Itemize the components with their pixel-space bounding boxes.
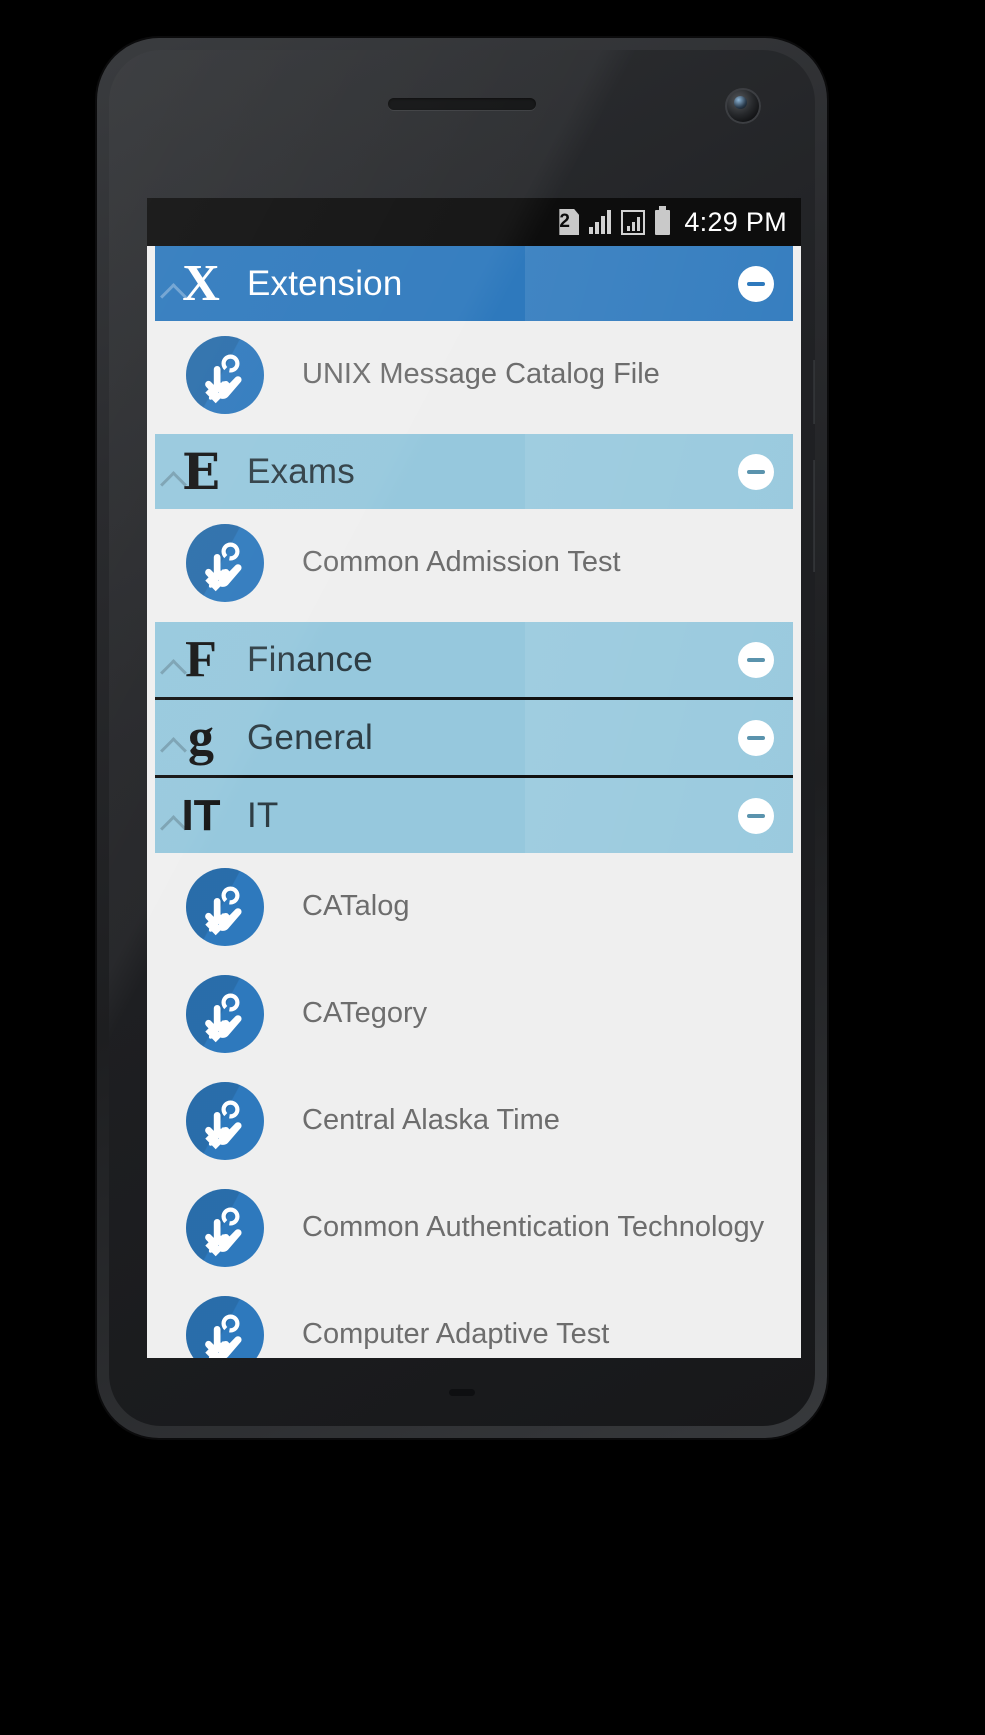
group-title: Finance — [247, 639, 373, 679]
group-title: IT — [247, 795, 279, 835]
android-status-bar: 2 4:29 PM — [147, 198, 801, 246]
group-header-exams[interactable]: E Exams — [155, 434, 793, 509]
status-bar-clock: 4:29 PM — [684, 206, 787, 237]
group-letter-glyph: g — [188, 708, 214, 766]
list-item-label: Common Admission Test — [302, 546, 621, 579]
group-letter-glyph: IT — [181, 790, 221, 840]
pointer-hand-question-icon — [185, 974, 264, 1053]
list-item[interactable]: CATalog — [147, 853, 801, 960]
minus-circle-icon — [738, 265, 774, 302]
list-item-icon-wrap — [147, 523, 302, 602]
list-item-icon-wrap — [147, 867, 302, 946]
group-title: General — [247, 717, 373, 757]
minus-circle-icon — [738, 797, 774, 834]
phone-bezel: 2 4:29 PM X Extension UNIX Message Catalo… — [109, 50, 815, 1426]
minus-bar — [747, 813, 765, 818]
signal-bars-boxed-icon — [621, 209, 646, 235]
pointer-hand-question-icon — [185, 523, 264, 602]
minus-bar — [747, 657, 765, 662]
pointer-hand-question-icon — [185, 1295, 264, 1358]
list-item-label: Common Authentication Technology — [302, 1211, 765, 1244]
power-button[interactable] — [813, 360, 815, 424]
group-letter-icon: X — [155, 246, 247, 321]
group-letter-glyph: E — [181, 441, 221, 501]
list-item-label: CATegory — [302, 997, 428, 1030]
minus-circle-icon — [738, 719, 774, 756]
minus-bar — [747, 469, 765, 474]
minus-bar — [747, 281, 765, 286]
group-header-finance[interactable]: F Finance — [155, 622, 793, 697]
group-header-extension[interactable]: X Extension — [155, 246, 793, 321]
phone-screen: 2 4:29 PM X Extension UNIX Message Catalo… — [147, 198, 801, 1358]
battery-icon — [655, 205, 671, 235]
list-item-icon-wrap — [147, 974, 302, 1053]
signal-bars-icon — [589, 210, 612, 234]
sim-2-icon: 2 — [559, 209, 580, 235]
pointer-hand-question-icon — [185, 867, 264, 946]
chevron-up-icon — [161, 731, 187, 757]
earpiece-speaker — [388, 98, 536, 110]
group-header-general[interactable]: g General — [155, 700, 793, 775]
list-item-label: UNIX Message Catalog File — [302, 358, 660, 391]
list-item[interactable]: Common Authentication Technology — [147, 1174, 801, 1281]
group-letter-icon: E — [155, 434, 247, 509]
group-letter-icon: g — [155, 700, 247, 775]
list-item[interactable]: Computer Adaptive Test — [147, 1281, 801, 1358]
pointer-hand-question-icon — [185, 1081, 264, 1160]
group-letter-glyph: F — [185, 630, 217, 688]
group-letter-icon: F — [155, 622, 247, 697]
list-item-icon-wrap — [147, 1081, 302, 1160]
pointer-hand-question-icon — [185, 1188, 264, 1267]
list-item-icon-wrap — [147, 335, 302, 414]
minus-bar — [747, 735, 765, 740]
list-item[interactable]: Central Alaska Time — [147, 1067, 801, 1174]
list-item[interactable]: UNIX Message Catalog File — [147, 321, 801, 428]
group-header-it[interactable]: IT IT — [155, 778, 793, 853]
list-item-icon-wrap — [147, 1295, 302, 1358]
list-item[interactable]: Common Admission Test — [147, 509, 801, 616]
group-letter-icon: IT — [155, 778, 247, 853]
volume-button[interactable] — [813, 460, 815, 572]
list-item-label: CATalog — [302, 890, 410, 923]
front-camera — [725, 88, 761, 124]
pointer-hand-question-icon — [185, 335, 264, 414]
group-title: Extension — [247, 263, 403, 303]
group-letter-glyph: X — [182, 254, 220, 312]
phone-device-frame: 2 4:29 PM X Extension UNIX Message Catalo… — [97, 38, 827, 1438]
group-title: Exams — [247, 451, 355, 491]
list-item-label: Computer Adaptive Test — [302, 1318, 610, 1351]
list-item-label: Central Alaska Time — [302, 1104, 560, 1137]
collapse-group-button[interactable] — [729, 797, 783, 834]
minus-circle-icon — [738, 453, 774, 490]
minus-circle-icon — [738, 641, 774, 678]
collapse-group-button[interactable] — [729, 641, 783, 678]
collapse-group-button[interactable] — [729, 453, 783, 490]
expandable-group-list[interactable]: X Extension UNIX Message Catalog File E Exa… — [147, 246, 801, 1358]
chevron-up-icon — [161, 653, 187, 679]
list-item-icon-wrap — [147, 1188, 302, 1267]
collapse-group-button[interactable] — [729, 719, 783, 756]
bottom-microphone — [449, 1389, 475, 1396]
collapse-group-button[interactable] — [729, 265, 783, 302]
list-item[interactable]: CATegory — [147, 960, 801, 1067]
